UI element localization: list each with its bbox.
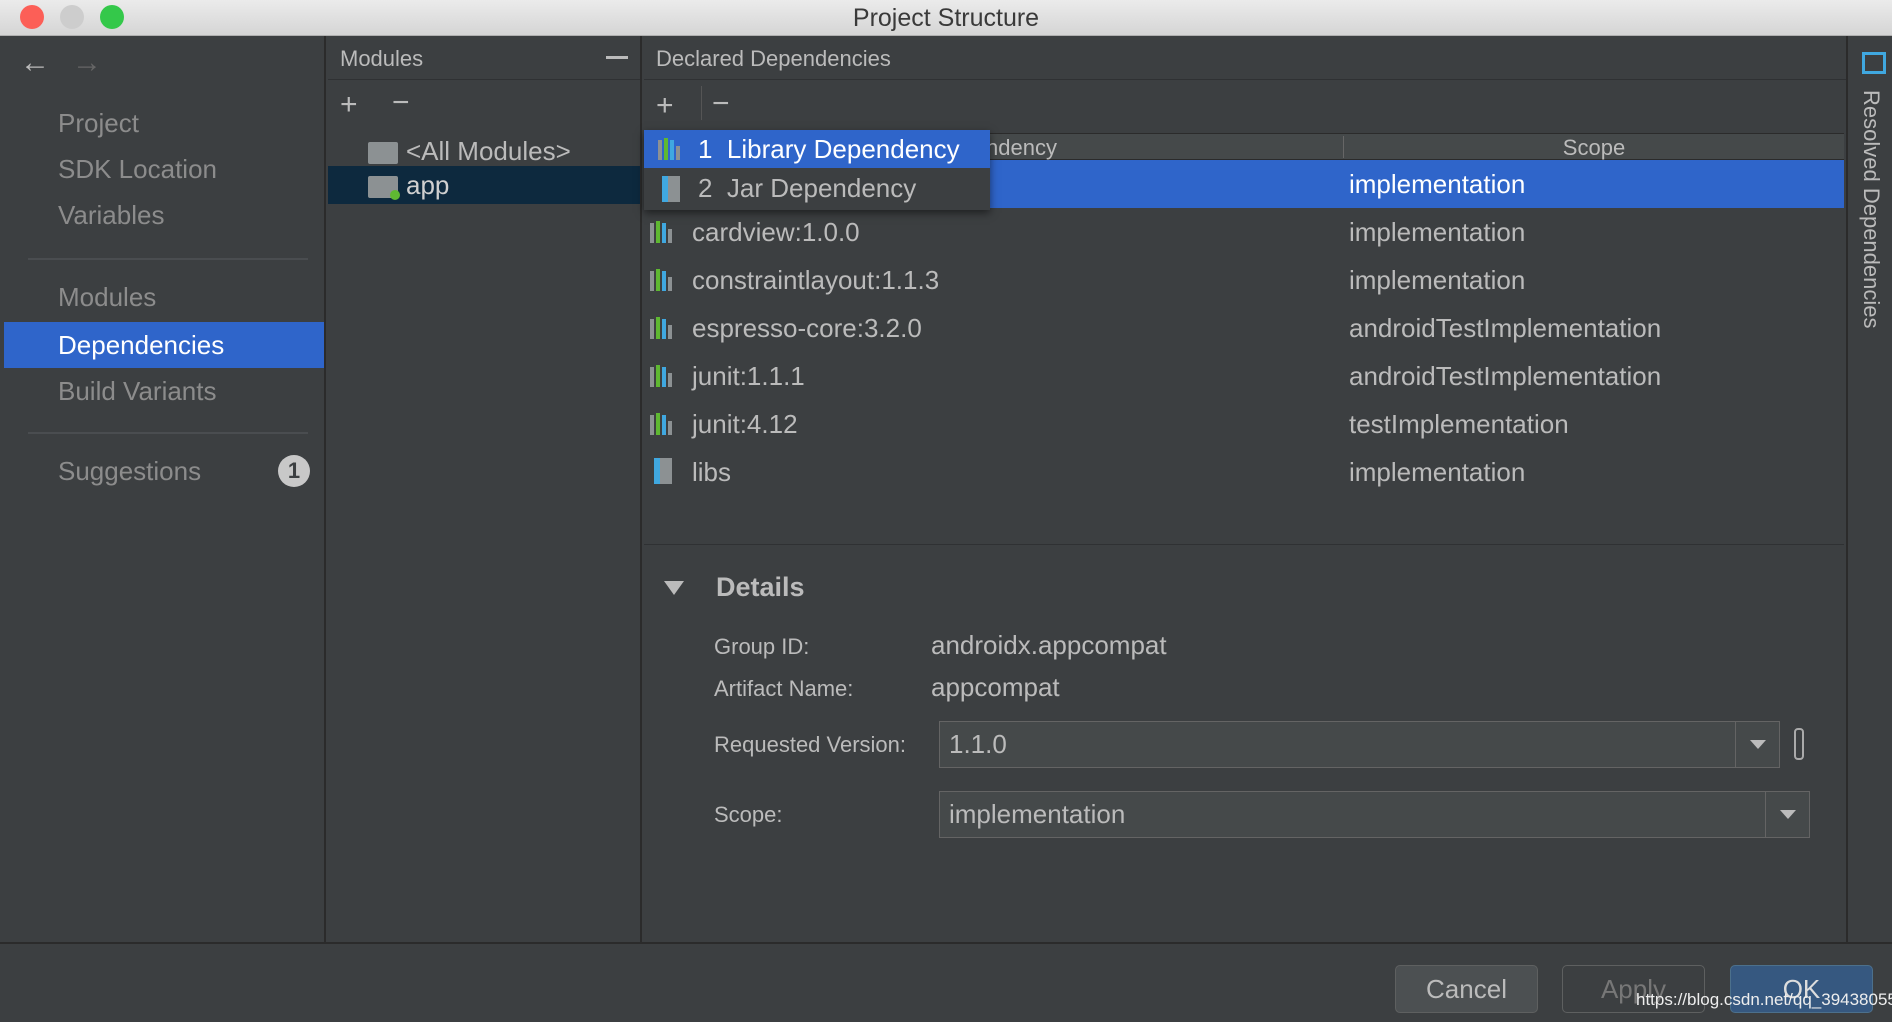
add-module-button[interactable]: + (340, 90, 358, 120)
requested-version-label: Requested Version: (714, 732, 907, 757)
library-icon (658, 138, 684, 160)
scope-value: implementation (949, 799, 1126, 829)
popup-item-library-dependency[interactable]: 1 Library Dependency (644, 130, 990, 168)
module-status-icon (390, 190, 400, 200)
column-scope[interactable]: Scope (1344, 135, 1844, 161)
module-item-all[interactable]: <All Modules> (368, 132, 638, 170)
dependency-name: constraintlayout:1.1.3 (692, 265, 940, 295)
jar-icon (654, 458, 672, 484)
chevron-down-icon[interactable] (1765, 792, 1809, 837)
forward-arrow-icon[interactable]: → (72, 46, 102, 80)
module-label: <All Modules> (406, 136, 571, 166)
table-row[interactable]: junit:1.1.1 androidTestImplementation (644, 352, 1844, 400)
window-title: Project Structure (852, 4, 1040, 32)
sidebar-item-suggestions[interactable]: Suggestions (58, 456, 201, 487)
watermark: https://blog.csdn.net/qq_39438055 (1636, 990, 1892, 1009)
requested-version-combo[interactable]: 1.1.0 (939, 721, 1780, 768)
sidebar: ← → Project SDK Location Variables Modul… (0, 36, 326, 942)
sidebar-item-sdk-location[interactable]: SDK Location (58, 154, 217, 185)
chevron-down-icon[interactable] (1735, 722, 1779, 767)
add-dependency-popup: 1 Library Dependency 2 Jar Dependency (644, 130, 990, 210)
dependency-scope: testImplementation (1349, 409, 1569, 439)
suggestions-badge: 1 (278, 455, 310, 487)
dependency-name: junit:1.1.1 (692, 361, 805, 391)
modules-header: Modules (328, 36, 640, 80)
dependency-scope: implementation (1349, 265, 1526, 295)
table-row[interactable]: constraintlayout:1.1.3 implementation (644, 256, 1844, 304)
sidebar-item-modules[interactable]: Modules (58, 282, 156, 313)
title-bar: Project Structure (0, 0, 1892, 36)
artifact-name-value: appcompat (931, 672, 1060, 702)
details-title: Details (716, 572, 805, 602)
library-icon (650, 365, 676, 387)
table-row[interactable]: libs implementation (644, 448, 1844, 496)
divider (28, 258, 308, 260)
resolved-dependencies-icon (1862, 52, 1886, 74)
library-icon (650, 413, 676, 435)
module-label: app (406, 170, 450, 200)
sidebar-item-variables[interactable]: Variables (58, 200, 164, 231)
library-icon (650, 269, 676, 291)
modules-panel: Modules + − <All Modules> app (328, 36, 642, 942)
dependency-scope: implementation (1349, 169, 1526, 199)
scope-combo[interactable]: implementation (939, 791, 1810, 838)
module-item-app[interactable]: app (328, 166, 640, 204)
back-arrow-icon[interactable]: ← (20, 46, 50, 80)
group-id-label: Group ID: (714, 634, 810, 659)
dependency-scope: androidTestImplementation (1349, 313, 1662, 343)
table-row[interactable]: cardview:1.0.0 implementation (644, 208, 1844, 256)
dependency-scope: implementation (1349, 457, 1526, 487)
dependency-name: junit:4.12 (692, 409, 798, 439)
collapse-details-icon[interactable] (664, 581, 684, 595)
resolved-dependencies-tab[interactable]: Resolved Dependencies (1846, 36, 1892, 942)
popup-item-number: 2 (698, 173, 713, 203)
sidebar-item-build-variants[interactable]: Build Variants (58, 376, 217, 407)
scope-label: Scope: (714, 802, 783, 827)
folder-icon (368, 142, 398, 164)
remove-module-button[interactable]: − (392, 88, 410, 118)
collapse-icon[interactable] (606, 56, 628, 59)
table-row[interactable]: junit:4.12 testImplementation (644, 400, 1844, 448)
modules-header-label: Modules (340, 46, 424, 71)
declared-dependencies-panel: Declared Dependencies + − ndency Scope i… (644, 36, 1846, 942)
popup-item-label: Jar Dependency (726, 173, 917, 203)
remove-dependency-button[interactable]: − (712, 89, 730, 119)
divider (28, 432, 308, 434)
sidebar-item-dependencies[interactable]: Dependencies (4, 322, 324, 368)
dependency-scope: androidTestImplementation (1349, 361, 1662, 391)
divider (644, 544, 1844, 545)
dependency-name: cardview:1.0.0 (692, 217, 860, 247)
popup-item-number: 1 (698, 134, 713, 164)
requested-version-value: 1.1.0 (949, 729, 1007, 759)
artifact-name-label: Artifact Name: (714, 676, 854, 701)
dependency-scope: implementation (1349, 217, 1526, 247)
column-dependency[interactable]: ndency (986, 135, 1057, 161)
library-icon (650, 317, 676, 339)
group-id-value: androidx.appcompat (931, 630, 1167, 660)
divider (701, 86, 702, 120)
library-icon (650, 221, 676, 243)
sidebar-item-project[interactable]: Project (58, 108, 139, 139)
popup-item-label: Library Dependency (726, 134, 960, 164)
jar-icon (662, 176, 680, 202)
sidebar-item-label: Dependencies (58, 330, 225, 360)
resolved-dependencies-label: Resolved Dependencies (1859, 90, 1884, 329)
dependency-name: libs (692, 457, 732, 487)
dependency-name: espresso-core:3.2.0 (692, 313, 922, 343)
dependencies-header: Declared Dependencies (644, 36, 1846, 80)
version-picker-icon[interactable] (1794, 728, 1804, 760)
add-dependency-button[interactable]: + (656, 91, 674, 121)
cancel-button[interactable]: Cancel (1395, 965, 1538, 1013)
popup-item-jar-dependency[interactable]: 2 Jar Dependency (644, 168, 990, 208)
table-row[interactable]: espresso-core:3.2.0 androidTestImplementa… (644, 304, 1844, 352)
